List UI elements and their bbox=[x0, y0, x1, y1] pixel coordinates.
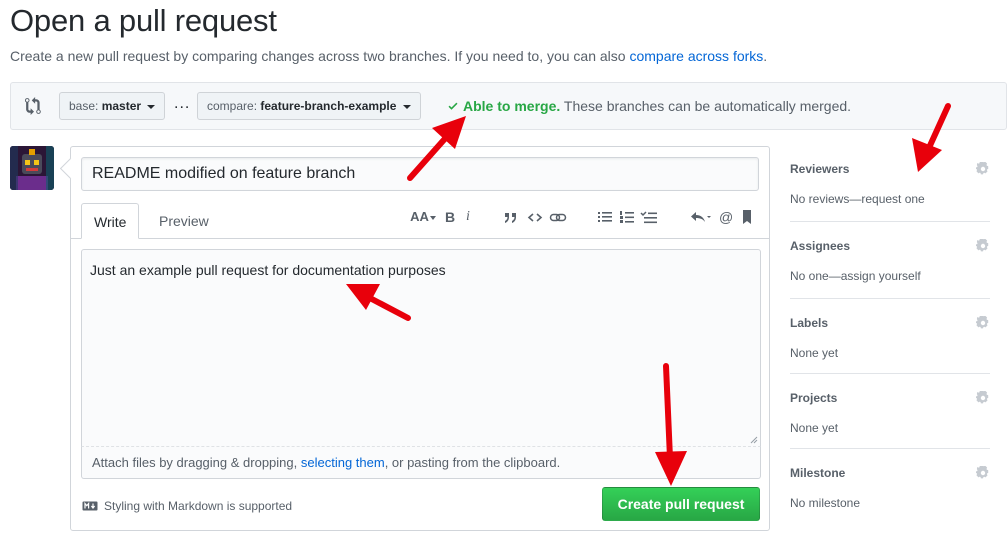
assignees-value[interactable]: No one—assign yourself bbox=[790, 269, 990, 283]
compare-branch-select[interactable]: compare: feature-branch-example bbox=[197, 92, 421, 120]
bullet-list-tool[interactable] bbox=[597, 207, 613, 227]
subtitle-suffix: . bbox=[763, 48, 768, 64]
bookmark-icon bbox=[743, 210, 751, 224]
gear-icon[interactable] bbox=[976, 316, 990, 330]
quote-icon bbox=[505, 213, 516, 223]
bookmark-tool[interactable] bbox=[741, 207, 753, 227]
reply-tool[interactable] bbox=[689, 207, 713, 227]
labels-heading: Labels bbox=[790, 316, 829, 330]
attach-files-zone[interactable]: Attach files by dragging & dropping, sel… bbox=[81, 447, 761, 479]
bold-tool[interactable]: B bbox=[443, 207, 457, 227]
sidebar-projects: Projects None yet bbox=[790, 391, 990, 435]
sidebar-labels: Labels None yet bbox=[790, 316, 990, 360]
resize-grip-icon[interactable] bbox=[750, 436, 758, 444]
chevron-down-icon bbox=[402, 104, 411, 109]
gear-icon[interactable] bbox=[976, 391, 990, 405]
check-icon bbox=[448, 102, 458, 110]
heading-tool[interactable]: AA bbox=[409, 207, 437, 227]
numbered-list-icon bbox=[620, 211, 634, 223]
compare-bar: base: master ... compare: feature-branch… bbox=[10, 82, 1007, 130]
branch-ellipsis: ... bbox=[174, 95, 191, 112]
sidebar-milestone: Milestone No milestone bbox=[790, 466, 990, 510]
pull-request-form: README modified on feature branch Write … bbox=[70, 146, 770, 531]
sidebar-reviewers: Reviewers No reviews—request one bbox=[790, 162, 990, 206]
markdown-note-text: Styling with Markdown is supported bbox=[104, 499, 293, 513]
sidebar-divider bbox=[790, 448, 990, 449]
milestone-heading: Milestone bbox=[790, 466, 846, 480]
sidebar-divider bbox=[790, 221, 990, 222]
markdown-icon bbox=[82, 501, 98, 511]
sidebar-divider bbox=[790, 373, 990, 374]
gear-icon[interactable] bbox=[976, 239, 990, 253]
reply-icon bbox=[691, 212, 711, 222]
reviewers-value[interactable]: No reviews—request one bbox=[790, 192, 990, 206]
pr-body-text: Just an example pull request for documen… bbox=[90, 262, 446, 278]
chevron-down-icon bbox=[429, 215, 436, 220]
page: Open a pull request Create a new pull re… bbox=[0, 0, 1007, 544]
gear-icon[interactable] bbox=[976, 466, 990, 480]
code-icon bbox=[527, 213, 543, 222]
milestone-value: No milestone bbox=[790, 496, 861, 510]
avatar[interactable] bbox=[10, 146, 54, 190]
attach-text: Attach files by dragging & dropping, bbox=[92, 455, 301, 470]
compare-value: feature-branch-example bbox=[260, 99, 397, 113]
sidebar-divider bbox=[790, 298, 990, 299]
quote-tool[interactable] bbox=[503, 207, 519, 227]
assignees-heading: Assignees bbox=[790, 239, 851, 253]
attach-suffix: , or pasting from the clipboard. bbox=[384, 455, 561, 470]
base-branch-select[interactable]: base: master bbox=[59, 92, 166, 120]
tab-preview[interactable]: Preview bbox=[147, 203, 221, 239]
projects-heading: Projects bbox=[790, 391, 838, 405]
avatar-image bbox=[10, 146, 54, 190]
mention-tool[interactable]: @ bbox=[719, 207, 733, 227]
italic-tool[interactable]: i bbox=[463, 207, 473, 227]
reviewers-heading: Reviewers bbox=[790, 162, 850, 176]
projects-value: None yet bbox=[790, 421, 839, 435]
chevron-down-icon bbox=[147, 104, 156, 109]
merge-text: These branches can be automatically merg… bbox=[563, 98, 852, 114]
numbered-list-tool[interactable] bbox=[619, 207, 635, 227]
heading-tool-label: AA bbox=[410, 209, 429, 224]
gear-icon[interactable] bbox=[976, 162, 990, 176]
base-prefix: base: bbox=[69, 99, 99, 113]
tab-write[interactable]: Write bbox=[81, 203, 140, 239]
page-title: Open a pull request bbox=[10, 3, 277, 38]
compare-across-forks-link[interactable]: compare across forks bbox=[629, 48, 763, 64]
page-subtitle: Create a new pull request by comparing c… bbox=[10, 48, 767, 64]
merge-ok-label: Able to merge. bbox=[463, 98, 561, 114]
merge-status: Able to merge. These branches can be aut… bbox=[447, 98, 851, 114]
code-tool[interactable] bbox=[527, 207, 543, 227]
sidebar-assignees: Assignees No one—assign yourself bbox=[790, 239, 990, 283]
compare-icon bbox=[25, 97, 41, 115]
task-list-tool[interactable] bbox=[640, 207, 658, 227]
subtitle-text: Create a new pull request by comparing c… bbox=[10, 48, 630, 64]
bullet-list-icon bbox=[598, 212, 612, 222]
task-list-icon bbox=[640, 211, 657, 224]
compare-prefix: compare: bbox=[207, 99, 258, 113]
create-pull-request-button[interactable]: Create pull request bbox=[602, 487, 760, 521]
labels-value: None yet bbox=[790, 346, 839, 360]
markdown-note[interactable]: Styling with Markdown is supported bbox=[82, 498, 292, 514]
pr-body-textarea[interactable]: Just an example pull request for documen… bbox=[81, 249, 761, 447]
link-icon bbox=[549, 213, 567, 222]
base-value: master bbox=[101, 99, 142, 113]
pr-title-input[interactable]: README modified on feature branch bbox=[81, 157, 759, 191]
link-tool[interactable] bbox=[549, 207, 567, 227]
selecting-them-link[interactable]: selecting them bbox=[301, 455, 385, 470]
